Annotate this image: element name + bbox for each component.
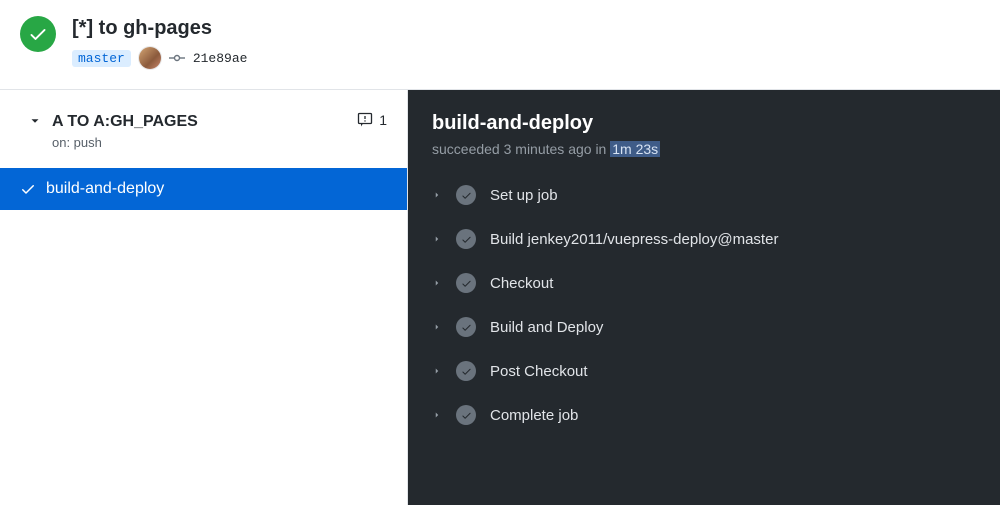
job-subtitle: succeeded 3 minutes ago in 1m 23s — [432, 141, 976, 157]
run-header: [*] to gh-pages master 21e89ae — [0, 0, 1000, 90]
step-name: Complete job — [490, 407, 578, 424]
job-title: build-and-deploy — [432, 112, 976, 135]
step-status-success-icon — [456, 229, 476, 249]
branch-badge[interactable]: master — [72, 50, 131, 67]
workflow-name: A TO A:GH_PAGES — [52, 112, 198, 133]
step-name: Set up job — [490, 187, 558, 204]
step-name: Checkout — [490, 275, 553, 292]
workflow-header[interactable]: A TO A:GH_PAGES on: push 1 — [0, 90, 407, 168]
annotation-count-number: 1 — [379, 112, 387, 128]
chevron-right-icon — [432, 322, 442, 332]
workflow-trigger: on: push — [52, 135, 198, 150]
chevron-down-icon — [28, 114, 42, 131]
chevron-right-icon — [432, 234, 442, 244]
step-name: Build and Deploy — [490, 319, 603, 336]
job-duration: 1m 23s — [610, 141, 660, 157]
step-name: Post Checkout — [490, 363, 588, 380]
step-row[interactable]: Checkout — [432, 273, 976, 293]
step-row[interactable]: Complete job — [432, 405, 976, 425]
chevron-right-icon — [432, 366, 442, 376]
step-row[interactable]: Post Checkout — [432, 361, 976, 381]
sidebar-job-build-and-deploy[interactable]: build-and-deploy — [0, 168, 407, 210]
step-name: Build jenkey2011/vuepress-deploy@master — [490, 231, 778, 248]
step-status-success-icon — [456, 317, 476, 337]
job-status-text: succeeded 3 minutes ago in — [432, 141, 610, 157]
step-status-success-icon — [456, 405, 476, 425]
sidebar: A TO A:GH_PAGES on: push 1 build-and-dep… — [0, 90, 408, 505]
sidebar-job-label: build-and-deploy — [46, 180, 164, 198]
chevron-right-icon — [432, 190, 442, 200]
commit-sha[interactable]: 21e89ae — [193, 51, 248, 66]
step-row[interactable]: Build and Deploy — [432, 317, 976, 337]
annotation-count[interactable]: 1 — [357, 112, 387, 128]
job-panel: build-and-deploy succeeded 3 minutes ago… — [408, 90, 1000, 505]
avatar[interactable] — [139, 47, 161, 69]
step-status-success-icon — [456, 273, 476, 293]
commit-icon — [169, 50, 185, 66]
run-title: [*] to gh-pages — [72, 16, 247, 41]
step-row[interactable]: Build jenkey2011/vuepress-deploy@master — [432, 229, 976, 249]
step-status-success-icon — [456, 185, 476, 205]
step-row[interactable]: Set up job — [432, 185, 976, 205]
step-status-success-icon — [456, 361, 476, 381]
chevron-right-icon — [432, 410, 442, 420]
chevron-right-icon — [432, 278, 442, 288]
status-success-icon — [20, 16, 56, 52]
